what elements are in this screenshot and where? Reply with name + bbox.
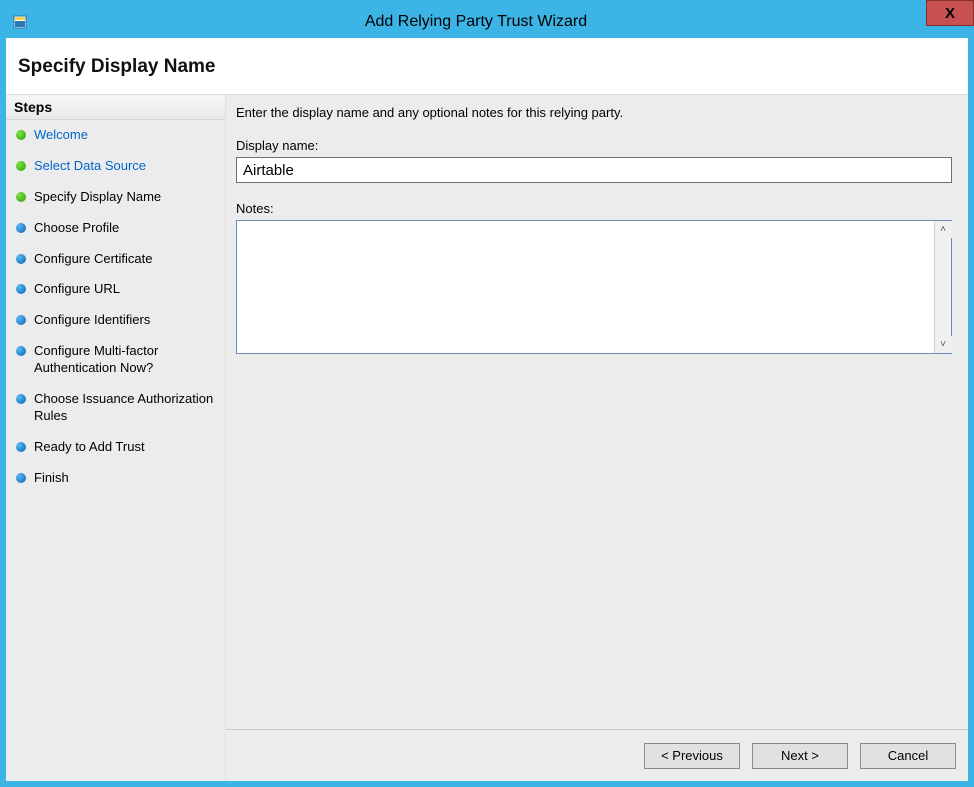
step-label: Choose Profile bbox=[34, 220, 119, 237]
next-button[interactable]: Next > bbox=[752, 743, 848, 769]
step-5: Configure URL bbox=[6, 274, 225, 305]
step-label: Select Data Source bbox=[34, 158, 146, 175]
content-inner: Enter the display name and any optional … bbox=[226, 95, 968, 729]
scroll-down-icon[interactable]: ˅ bbox=[935, 336, 952, 353]
steps-list: Welcome Select Data Source Specify Display… bbox=[6, 120, 225, 494]
scroll-up-icon[interactable]: ˄ bbox=[935, 221, 952, 238]
notes-block: Notes: ˄ ˅ bbox=[236, 201, 952, 354]
step-bullet-icon bbox=[16, 223, 26, 233]
close-button[interactable]: X bbox=[926, 0, 974, 26]
step-8: Choose Issuance Authorization Rules bbox=[6, 384, 225, 432]
step-bullet-icon bbox=[16, 254, 26, 264]
previous-button[interactable]: < Previous bbox=[644, 743, 740, 769]
wizard-body: Steps Welcome Select Data Source Specify D… bbox=[6, 95, 968, 781]
page-title: Specify Display Name bbox=[18, 56, 956, 78]
step-2: Specify Display Name bbox=[6, 182, 225, 213]
step-label: Configure URL bbox=[34, 281, 120, 298]
notes-textarea[interactable] bbox=[237, 221, 934, 353]
steps-header: Steps bbox=[6, 95, 225, 120]
step-label: Choose Issuance Authorization Rules bbox=[34, 391, 215, 425]
step-label: Finish bbox=[34, 470, 69, 487]
step-label: Configure Multi-factor Authentication No… bbox=[34, 343, 215, 377]
step-bullet-icon bbox=[16, 315, 26, 325]
subtitle-bar: Specify Display Name bbox=[6, 38, 968, 95]
step-bullet-icon bbox=[16, 284, 26, 294]
step-label: Welcome bbox=[34, 127, 88, 144]
step-bullet-icon bbox=[16, 192, 26, 202]
step-bullet-icon bbox=[16, 130, 26, 140]
step-label: Configure Certificate bbox=[34, 251, 153, 268]
step-4: Configure Certificate bbox=[6, 244, 225, 275]
step-7: Configure Multi-factor Authentication No… bbox=[6, 336, 225, 384]
step-0[interactable]: Welcome bbox=[6, 120, 225, 151]
close-icon: X bbox=[945, 5, 955, 22]
step-1[interactable]: Select Data Source bbox=[6, 151, 225, 182]
display-name-input[interactable] bbox=[236, 157, 952, 183]
step-6: Configure Identifiers bbox=[6, 305, 225, 336]
steps-sidebar: Steps Welcome Select Data Source Specify D… bbox=[6, 95, 226, 781]
step-bullet-icon bbox=[16, 394, 26, 404]
step-9: Ready to Add Trust bbox=[6, 432, 225, 463]
notes-label: Notes: bbox=[236, 201, 952, 216]
window-title: Add Relying Party Trust Wizard bbox=[36, 13, 916, 31]
step-label: Configure Identifiers bbox=[34, 312, 150, 329]
step-bullet-icon bbox=[16, 346, 26, 356]
titlebar: Add Relying Party Trust Wizard X bbox=[6, 6, 968, 38]
step-3: Choose Profile bbox=[6, 213, 225, 244]
button-row: < Previous Next > Cancel bbox=[226, 729, 968, 781]
wizard-window: Add Relying Party Trust Wizard X Specify… bbox=[0, 0, 974, 787]
content-panel: Enter the display name and any optional … bbox=[226, 95, 968, 781]
instruction-text: Enter the display name and any optional … bbox=[236, 105, 952, 120]
step-label: Ready to Add Trust bbox=[34, 439, 145, 456]
step-bullet-icon bbox=[16, 442, 26, 452]
notes-scrollbar[interactable]: ˄ ˅ bbox=[934, 221, 951, 353]
cancel-button[interactable]: Cancel bbox=[860, 743, 956, 769]
step-bullet-icon bbox=[16, 161, 26, 171]
display-name-label: Display name: bbox=[236, 138, 952, 153]
app-icon bbox=[12, 14, 28, 30]
notes-textarea-wrap: ˄ ˅ bbox=[236, 220, 952, 354]
step-label: Specify Display Name bbox=[34, 189, 161, 206]
step-10: Finish bbox=[6, 463, 225, 494]
step-bullet-icon bbox=[16, 473, 26, 483]
